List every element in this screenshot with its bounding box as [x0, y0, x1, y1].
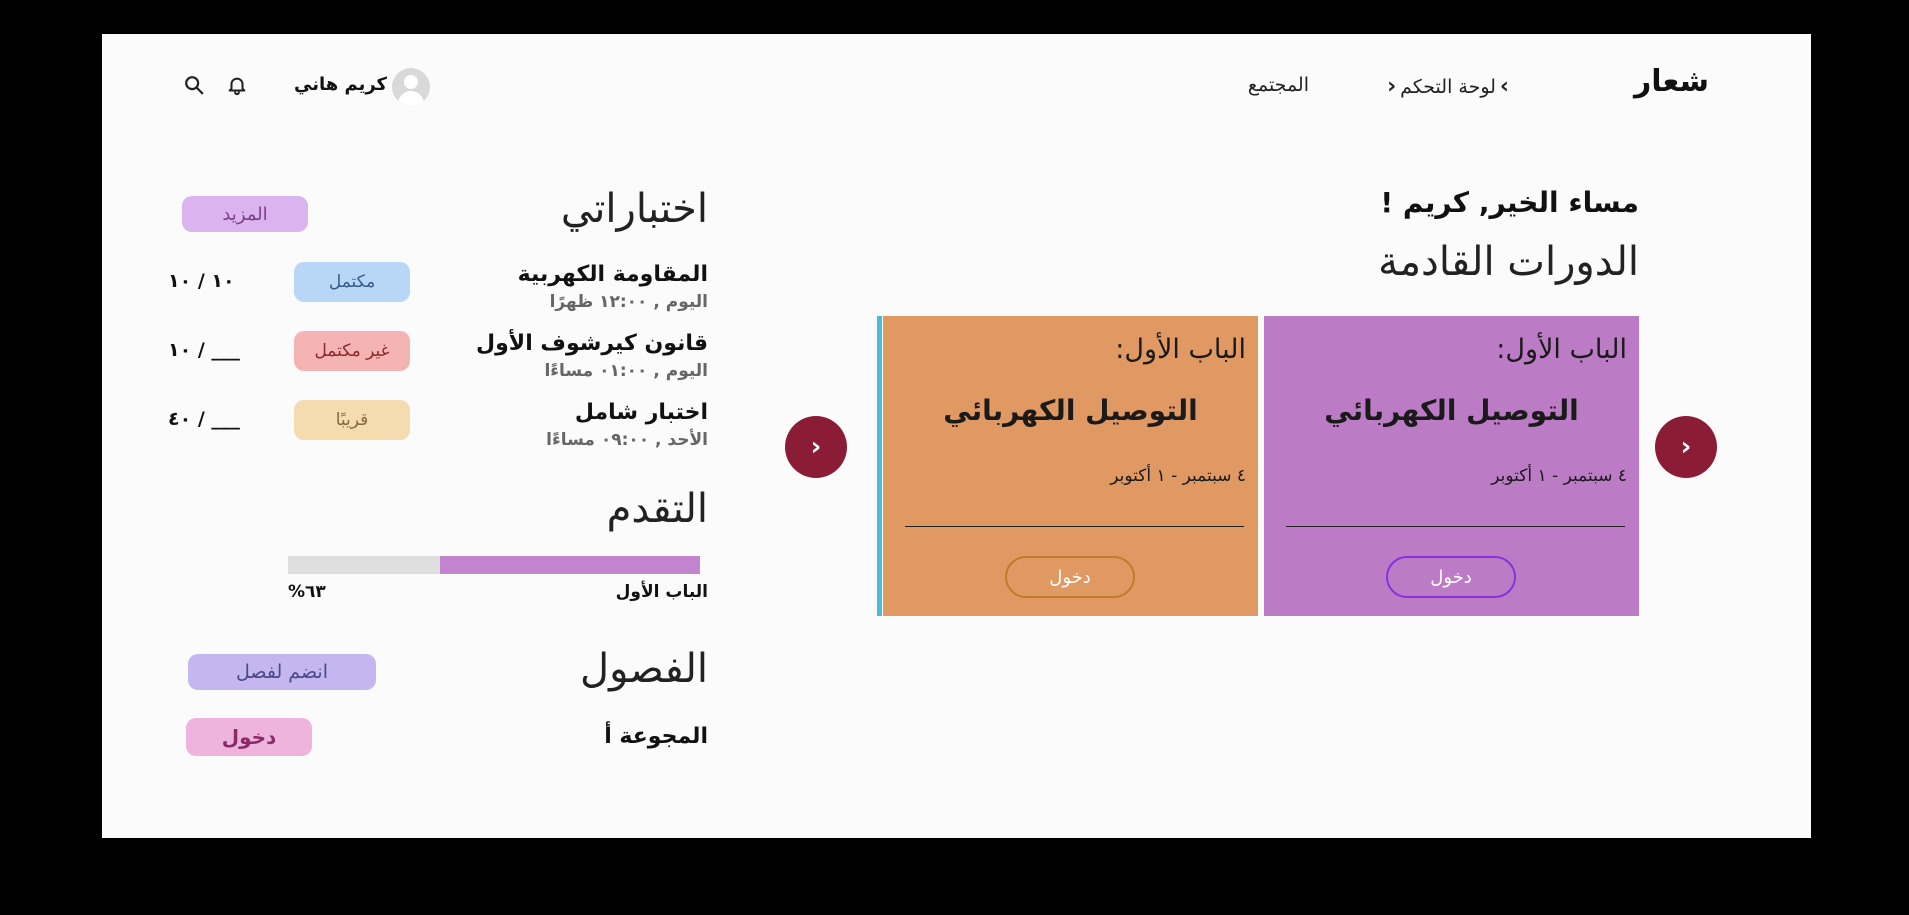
- user-name[interactable]: كريم هاني: [294, 74, 387, 95]
- course-dates: ٤ سبتمبر - ١ أكتوبر: [1491, 466, 1627, 486]
- test-time: اليوم , ٠١:٠٠ مساءًا: [544, 361, 708, 381]
- greeting: مساء الخير, كريم !: [1380, 186, 1639, 219]
- chevron-right-icon: ›: [810, 432, 822, 462]
- carousel-next-button[interactable]: ›: [1655, 416, 1717, 478]
- nav-community-label: المجتمع: [1247, 74, 1309, 96]
- test-name: المقاومة الكهربية: [517, 262, 708, 287]
- course-name: التوصيل الكهربائي: [943, 394, 1198, 427]
- test-row[interactable]: قانون كيرشوف الأول اليوم , ٠١:٠٠ مساءًا …: [168, 331, 708, 387]
- course-chapter: الباب الأول:: [1496, 334, 1627, 365]
- bell-icon[interactable]: [226, 74, 248, 96]
- search-icon[interactable]: [183, 74, 205, 96]
- test-row[interactable]: اختبار شامل الأحد , ٠٩:٠٠ مساءًا قريبًا …: [168, 400, 708, 456]
- course-card[interactable]: الباب الأول: التوصيل الكهربائي ٤ سبتمبر …: [1264, 316, 1639, 616]
- class-group-name: المجوعة أ: [604, 724, 708, 749]
- course-name: التوصيل الكهربائي: [1324, 394, 1579, 427]
- status-badge: قريبًا: [294, 400, 410, 440]
- divider: [905, 526, 1244, 527]
- nav-dashboard[interactable]: › لوحة التحكم ‹: [1387, 74, 1509, 99]
- chevron-right-icon: ›: [1499, 74, 1509, 99]
- divider: [1286, 526, 1625, 527]
- status-badge: مكتمل: [294, 262, 410, 302]
- test-score: ١٠ / ١٠: [168, 270, 235, 292]
- next-card-edge: [877, 316, 882, 616]
- enter-class-button[interactable]: دخول: [186, 718, 312, 756]
- chevron-right-icon: ›: [1680, 432, 1692, 462]
- progress-fill: [440, 556, 700, 574]
- course-chapter: الباب الأول:: [1115, 334, 1246, 365]
- status-badge: غير مكتمل: [294, 331, 410, 371]
- course-dates: ٤ سبتمبر - ١ أكتوبر: [1110, 466, 1246, 486]
- progress-bar: [288, 556, 700, 574]
- progress-title: التقدم: [606, 486, 708, 532]
- classes-title: الفصول: [580, 646, 708, 692]
- test-row[interactable]: المقاومة الكهربية اليوم , ١٢:٠٠ ظهرًا مك…: [168, 262, 708, 318]
- test-name: قانون كيرشوف الأول: [476, 331, 708, 356]
- carousel-prev-button[interactable]: ›: [785, 416, 847, 478]
- test-name: اختبار شامل: [574, 400, 708, 425]
- chevron-left-icon: ‹: [1387, 74, 1397, 99]
- enter-course-button[interactable]: دخول: [1386, 556, 1516, 598]
- join-class-button[interactable]: انضم لفصل: [188, 654, 376, 690]
- enter-course-button[interactable]: دخول: [1005, 556, 1135, 598]
- course-card[interactable]: الباب الأول: التوصيل الكهربائي ٤ سبتمبر …: [883, 316, 1258, 616]
- avatar[interactable]: [392, 68, 430, 106]
- test-time: اليوم , ١٢:٠٠ ظهرًا: [549, 292, 708, 312]
- progress-label: الباب الأول: [615, 582, 708, 602]
- progress-percent: %٦٣: [288, 582, 326, 602]
- nav-dashboard-label: لوحة التحكم: [1400, 75, 1496, 98]
- app-frame: شعار › لوحة التحكم ‹ المجتمع كريم هاني م…: [102, 34, 1811, 838]
- nav-community[interactable]: المجتمع: [1248, 74, 1309, 96]
- test-time: الأحد , ٠٩:٠٠ مساءًا: [546, 430, 708, 450]
- upcoming-courses-title: الدورات القادمة: [1378, 239, 1639, 285]
- logo[interactable]: شعار: [1634, 64, 1709, 99]
- more-button[interactable]: المزيد: [182, 196, 308, 232]
- test-score: ٤٠ / ___: [168, 408, 240, 430]
- tests-title: اختباراتي: [560, 186, 708, 232]
- test-score: ١٠ / ___: [168, 339, 240, 361]
